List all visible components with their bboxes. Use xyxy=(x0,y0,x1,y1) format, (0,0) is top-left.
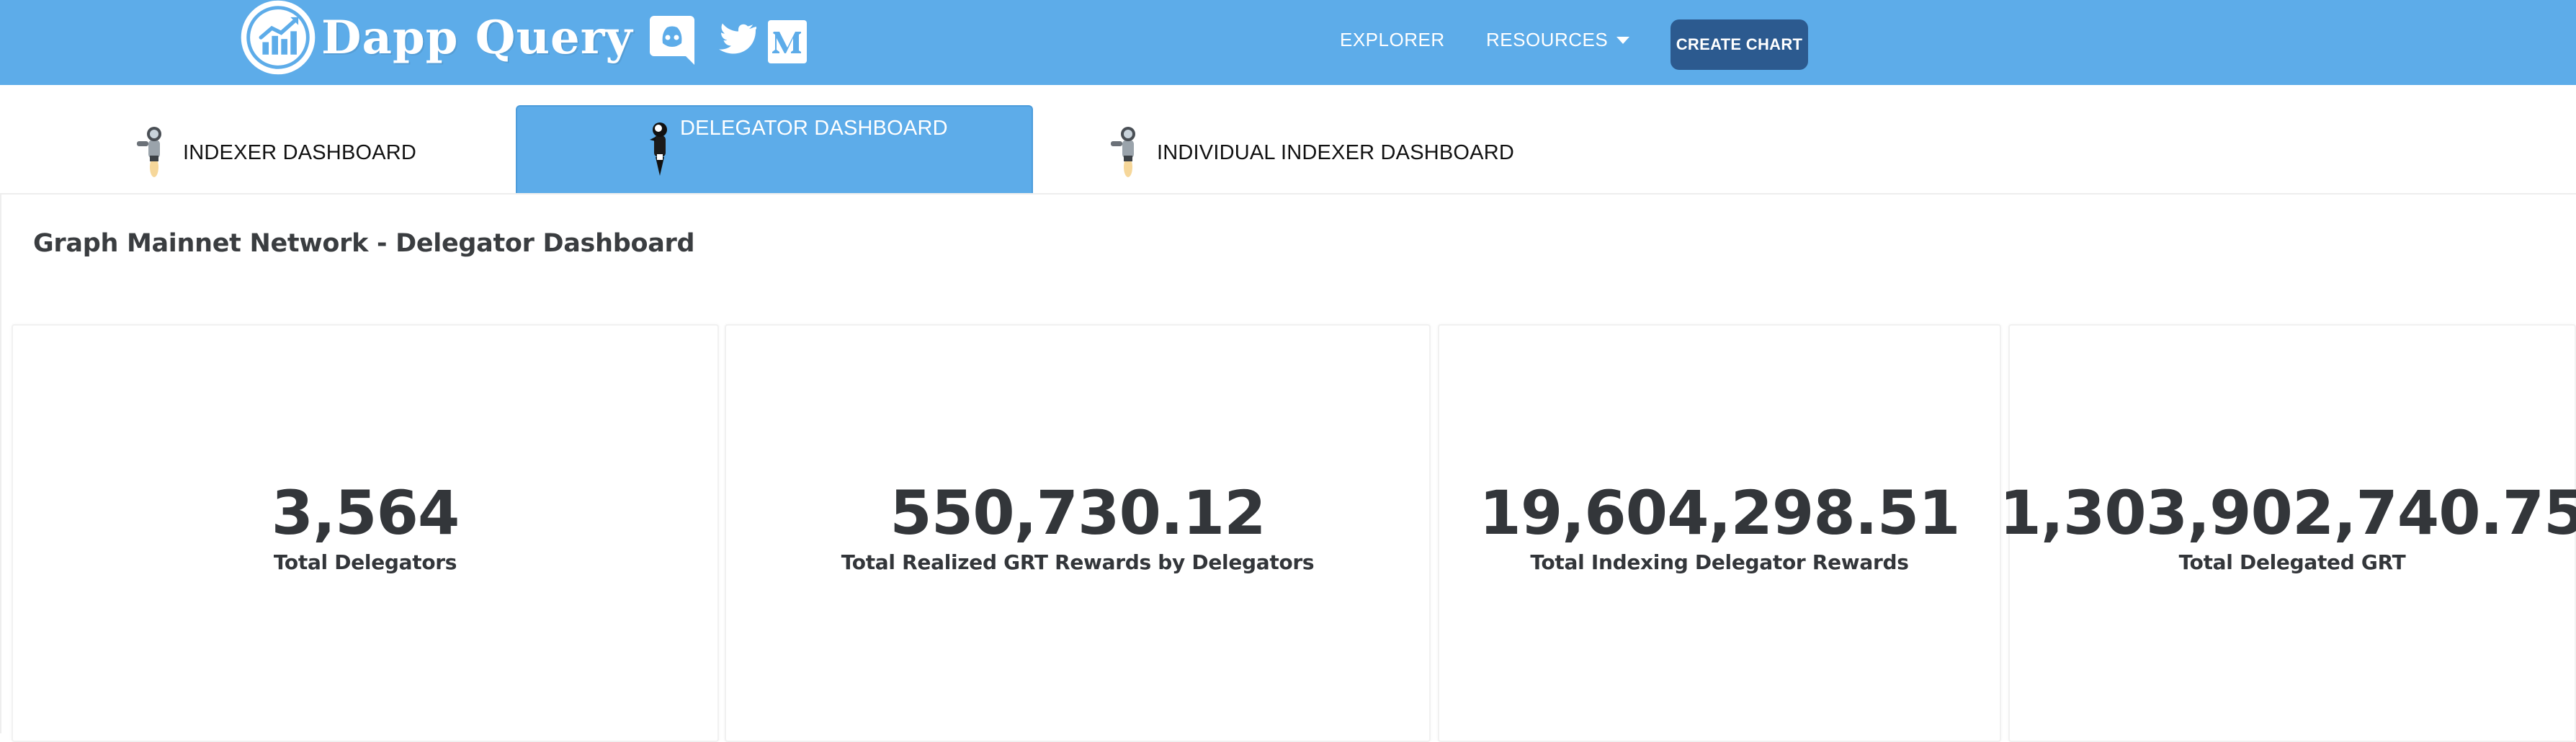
astronaut-icon xyxy=(645,120,674,183)
stat-label: Total Delegated GRT xyxy=(2179,550,2406,574)
stat-cards: 3,564 Total Delegators 550,730.12 Total … xyxy=(1,324,2576,735)
stat-value: 3,564 xyxy=(272,483,460,543)
dashboard-panel: Graph Mainnet Network - Delegator Dashbo… xyxy=(0,193,2576,733)
medium-icon[interactable] xyxy=(766,19,808,65)
stat-value: 1,303,902,740.75 xyxy=(2000,483,2576,543)
nav-resources-dropdown[interactable]: RESOURCES xyxy=(1486,29,1629,51)
tab-individual-indexer-dashboard[interactable]: INDIVIDUAL INDEXER DASHBOARD xyxy=(1106,124,1514,182)
nav-explorer[interactable]: EXPLORER xyxy=(1340,29,1445,51)
page-title: Graph Mainnet Network - Delegator Dashbo… xyxy=(33,229,694,258)
tab-label: DELEGATOR DASHBOARD xyxy=(680,117,948,140)
tab-label: INDIVIDUAL INDEXER DASHBOARD xyxy=(1157,141,1514,165)
astronaut-icon xyxy=(1106,124,1142,182)
astronaut-icon xyxy=(133,124,169,182)
tab-delegator-dashboard[interactable]: DELEGATOR DASHBOARD xyxy=(516,105,1033,195)
stat-label: Total Realized GRT Rewards by Delegators xyxy=(841,550,1315,574)
brand[interactable]: Dapp Query xyxy=(239,1,633,73)
brand-name: Dapp Query xyxy=(321,11,633,65)
tab-label: INDEXER DASHBOARD xyxy=(183,141,416,165)
stat-label: Total Indexing Delegator Rewards xyxy=(1530,550,1908,574)
stat-value: 550,730.12 xyxy=(890,483,1265,543)
stat-card-indexing-delegator-rewards: 19,604,298.51 Total Indexing Delegator R… xyxy=(1438,324,2001,742)
caret-down-icon xyxy=(1616,37,1629,44)
stat-label: Total Delegators xyxy=(274,550,457,574)
create-chart-button[interactable]: CREATE CHART xyxy=(1671,19,1808,70)
top-navbar: Dapp Query EXPLORER RESOURCES CREATE CHA… xyxy=(0,0,2576,85)
stat-card-total-delegators: 3,564 Total Delegators xyxy=(12,324,719,742)
stat-value: 19,604,298.51 xyxy=(1479,483,1959,543)
dashboard-tabs: INDEXER DASHBOARD DELEGATOR DASHBOARD IN… xyxy=(0,85,2576,193)
tab-indexer-dashboard[interactable]: INDEXER DASHBOARD xyxy=(133,124,416,182)
discord-icon[interactable] xyxy=(650,14,694,66)
stat-card-realized-rewards: 550,730.12 Total Realized GRT Rewards by… xyxy=(725,324,1431,742)
chart-logo-icon xyxy=(239,0,317,76)
nav-resources-label: RESOURCES xyxy=(1486,29,1608,51)
stat-card-total-delegated-grt: 1,303,902,740.75 Total Delegated GRT xyxy=(2008,324,2576,742)
twitter-icon[interactable] xyxy=(712,14,756,66)
